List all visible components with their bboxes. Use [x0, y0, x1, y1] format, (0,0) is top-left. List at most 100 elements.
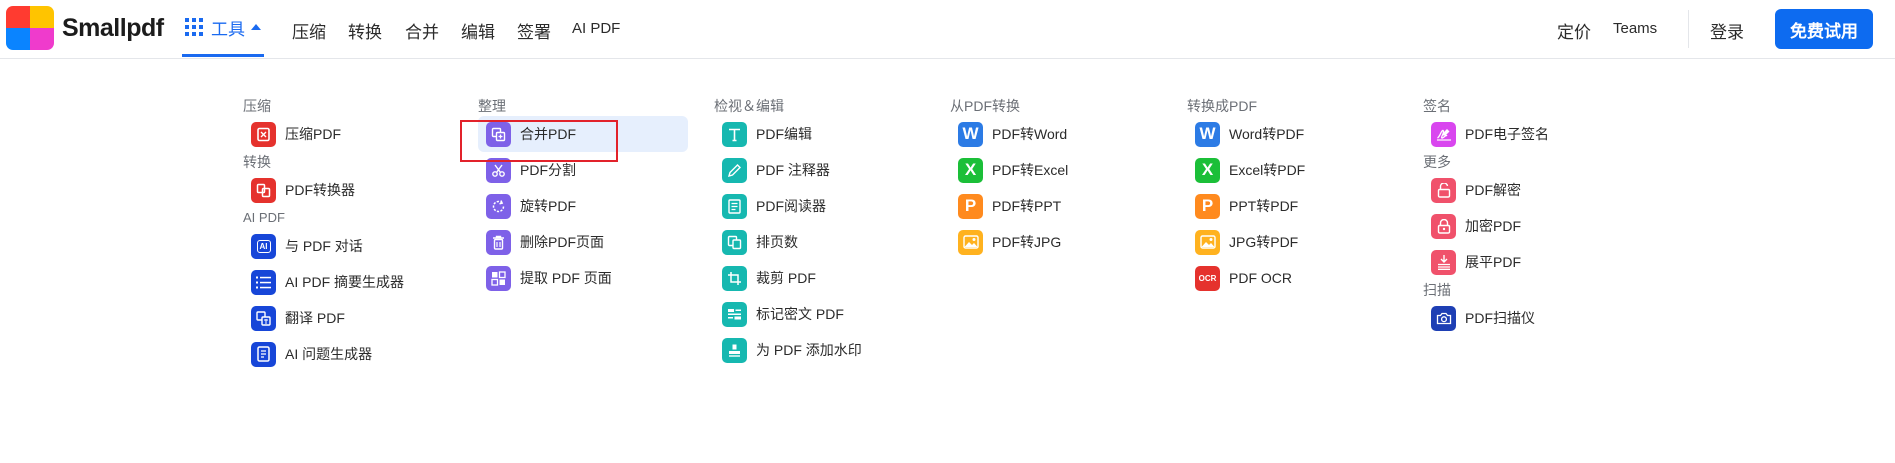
caret-up-icon	[251, 24, 261, 30]
lock-icon	[1431, 213, 1456, 239]
menu-item-esign-pdf[interactable]: PDF电子签名	[1423, 116, 1633, 152]
menu-item-label: 删除PDF页面	[520, 234, 604, 250]
menu-item-pdf-reader[interactable]: PDF阅读器	[714, 188, 924, 224]
menu-item-unlock-pdf[interactable]: PDF解密	[1423, 172, 1633, 208]
word-icon: W	[1195, 121, 1220, 147]
menu-item-jpg-to-pdf[interactable]: JPG转PDF	[1187, 224, 1397, 260]
menu-item-rotate-pdf[interactable]: 旋转PDF	[478, 188, 688, 224]
menu-item-chat-with-pdf[interactable]: AI 与 PDF 对话	[243, 228, 453, 264]
reader-icon	[722, 193, 747, 219]
menu-item-excel-to-pdf[interactable]: X Excel转PDF	[1187, 152, 1397, 188]
menu-item-label: PDF扫描仪	[1465, 310, 1535, 326]
login-link[interactable]: 登录	[1710, 18, 1744, 43]
menu-item-pdf-ocr[interactable]: OCR PDF OCR	[1187, 260, 1397, 296]
menu-item-label: PDF 注释器	[756, 162, 830, 178]
menu-item-label: PDF转PPT	[992, 198, 1062, 214]
menu-item-pdf-annotator[interactable]: PDF 注释器	[714, 152, 924, 188]
word-icon: W	[958, 121, 983, 147]
menu-item-label: JPG转PDF	[1229, 234, 1299, 250]
menu-item-pdf-to-word[interactable]: W PDF转Word	[950, 116, 1160, 152]
menu-item-ppt-to-pdf[interactable]: P PPT转PDF	[1187, 188, 1397, 224]
menu-item-crop-pdf[interactable]: 裁剪 PDF	[714, 260, 924, 296]
ppt-icon: P	[1195, 193, 1220, 219]
menu-item-label: PDF编辑	[756, 126, 812, 142]
rotate-icon	[486, 193, 511, 219]
compress-icon	[251, 121, 276, 147]
tools-label: 工具	[211, 19, 245, 39]
menu-item-label: 压缩PDF	[285, 126, 341, 142]
menu-column-5: 转换成PDF W Word转PDF X Excel转PDF P PPT转PDF …	[1187, 96, 1397, 296]
trash-icon	[486, 229, 511, 255]
menu-item-protect-pdf[interactable]: 加密PDF	[1423, 208, 1633, 244]
nav-edit[interactable]: 编辑	[461, 18, 495, 43]
menu-item-page-numbers[interactable]: 排页数	[714, 224, 924, 260]
document-question-icon	[251, 341, 276, 367]
section-title-from-pdf: 从PDF转换	[950, 98, 1020, 114]
list-icon	[251, 269, 276, 295]
menu-item-label: Excel转PDF	[1229, 162, 1306, 178]
signature-icon	[1431, 121, 1456, 147]
menu-item-compress-pdf[interactable]: 压缩PDF	[243, 116, 453, 152]
nav-pricing[interactable]: 定价	[1557, 18, 1591, 43]
nav-teams[interactable]: Teams	[1613, 20, 1657, 37]
grid-icon	[185, 18, 203, 36]
menu-item-label: PDF电子签名	[1465, 126, 1549, 142]
menu-item-watermark-pdf[interactable]: 为 PDF 添加水印	[714, 332, 924, 368]
menu-item-label: 展平PDF	[1465, 254, 1521, 270]
menu-item-label: 为 PDF 添加水印	[756, 342, 862, 358]
nav-sign[interactable]: 签署	[517, 18, 551, 43]
page-numbers-icon	[722, 229, 747, 255]
menu-item-label: PDF转Excel	[992, 162, 1069, 178]
excel-icon: X	[958, 157, 983, 183]
extract-pages-icon	[486, 265, 511, 291]
menu-item-label: 裁剪 PDF	[756, 270, 816, 286]
menu-item-label: PPT转PDF	[1229, 198, 1299, 214]
section-title-scan: 扫描	[1423, 282, 1451, 298]
menu-item-pdf-to-jpg[interactable]: PDF转JPG	[950, 224, 1160, 260]
ppt-icon: P	[958, 193, 983, 219]
menu-item-delete-pdf-pages[interactable]: 删除PDF页面	[478, 224, 688, 260]
nav-merge[interactable]: 合并	[405, 18, 439, 43]
section-title-compress: 压缩	[243, 98, 271, 114]
unlock-icon	[1431, 177, 1456, 203]
flatten-icon	[1431, 249, 1456, 275]
menu-item-label: 与 PDF 对话	[285, 238, 363, 254]
menu-item-pdf-to-excel[interactable]: X PDF转Excel	[950, 152, 1160, 188]
header-divider	[1688, 10, 1689, 48]
menu-item-ai-summarizer[interactable]: AI PDF 摘要生成器	[243, 264, 453, 300]
menu-item-edit-pdf[interactable]: PDF编辑	[714, 116, 924, 152]
menu-item-label: PDF解密	[1465, 182, 1521, 198]
highlight-box	[460, 120, 618, 162]
ocr-icon: OCR	[1195, 265, 1220, 291]
menu-item-label: 排页数	[756, 234, 798, 250]
free-trial-button[interactable]: 免费试用	[1775, 9, 1873, 49]
text-edit-icon	[722, 121, 747, 147]
translate-icon	[251, 305, 276, 331]
menu-item-label: 提取 PDF 页面	[520, 270, 612, 286]
menu-item-flatten-pdf[interactable]: 展平PDF	[1423, 244, 1633, 280]
section-title-convert: 转换	[243, 154, 271, 170]
menu-item-pdf-scanner[interactable]: PDF扫描仪	[1423, 300, 1633, 336]
menu-item-pdf-converter[interactable]: PDF转换器	[243, 172, 453, 208]
menu-item-ai-question-generator[interactable]: AI 问题生成器	[243, 336, 453, 372]
nav-compress[interactable]: 压缩	[292, 18, 326, 43]
menu-item-word-to-pdf[interactable]: W Word转PDF	[1187, 116, 1397, 152]
section-title-view-edit: 检视＆编辑	[714, 98, 784, 114]
section-title-more: 更多	[1423, 154, 1451, 170]
menu-column-1: 压缩 压缩PDF 转换 PDF转换器 AI PDF AI 与 PDF 对话 AI…	[243, 96, 453, 372]
nav-convert[interactable]: 转换	[348, 18, 382, 43]
menu-item-label: PDF OCR	[1229, 270, 1292, 286]
section-title-sign: 签名	[1423, 98, 1451, 114]
smallpdf-logo[interactable]: Smallpdf	[6, 6, 164, 50]
tools-menu-tab[interactable]: 工具	[182, 0, 264, 57]
logo-mark-icon	[6, 6, 54, 50]
menu-item-pdf-to-ppt[interactable]: P PDF转PPT	[950, 188, 1160, 224]
nav-ai-pdf[interactable]: AI PDF	[572, 20, 620, 37]
menu-item-translate-pdf[interactable]: 翻译 PDF	[243, 300, 453, 336]
menu-item-redact-pdf[interactable]: 标记密文 PDF	[714, 296, 924, 332]
menu-item-label: 旋转PDF	[520, 198, 576, 214]
menu-item-extract-pdf-pages[interactable]: 提取 PDF 页面	[478, 260, 688, 296]
stamp-icon	[722, 337, 747, 363]
menu-column-3: 检视＆编辑 PDF编辑 PDF 注释器 PDF阅读器 排页数 裁剪 PDF 标记…	[714, 96, 924, 368]
menu-item-label: AI 问题生成器	[285, 346, 373, 362]
